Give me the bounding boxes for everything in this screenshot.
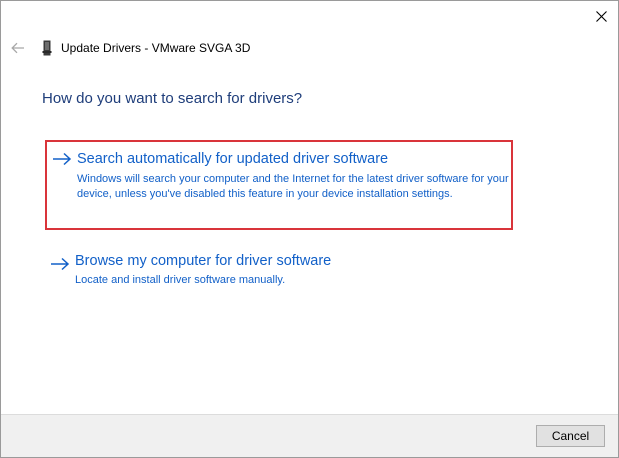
window-title: Update Drivers - VMware SVGA 3D bbox=[61, 41, 251, 55]
option-description: Locate and install driver software manua… bbox=[75, 274, 286, 286]
update-drivers-window: Update Drivers - VMware SVGA 3D How do y… bbox=[0, 0, 619, 458]
close-button[interactable] bbox=[584, 1, 618, 31]
search-automatically-option[interactable]: Search automatically for updated driver … bbox=[45, 140, 513, 230]
back-button[interactable] bbox=[7, 37, 29, 59]
option-title: Browse my computer for driver software bbox=[75, 253, 332, 269]
option-title: Search automatically for updated driver … bbox=[77, 151, 389, 167]
arrow-right-icon bbox=[53, 152, 72, 166]
page-heading: How do you want to search for drivers? bbox=[42, 90, 303, 107]
browse-computer-option[interactable]: Browse my computer for driver software L… bbox=[45, 249, 513, 293]
dialog-footer: Cancel bbox=[1, 414, 618, 457]
back-arrow-icon bbox=[11, 42, 24, 54]
option-description: Windows will search your computer and th… bbox=[77, 173, 509, 200]
close-icon bbox=[595, 10, 607, 22]
arrow-right-icon bbox=[51, 257, 70, 271]
cancel-button[interactable]: Cancel bbox=[536, 425, 605, 447]
device-icon bbox=[42, 40, 52, 56]
